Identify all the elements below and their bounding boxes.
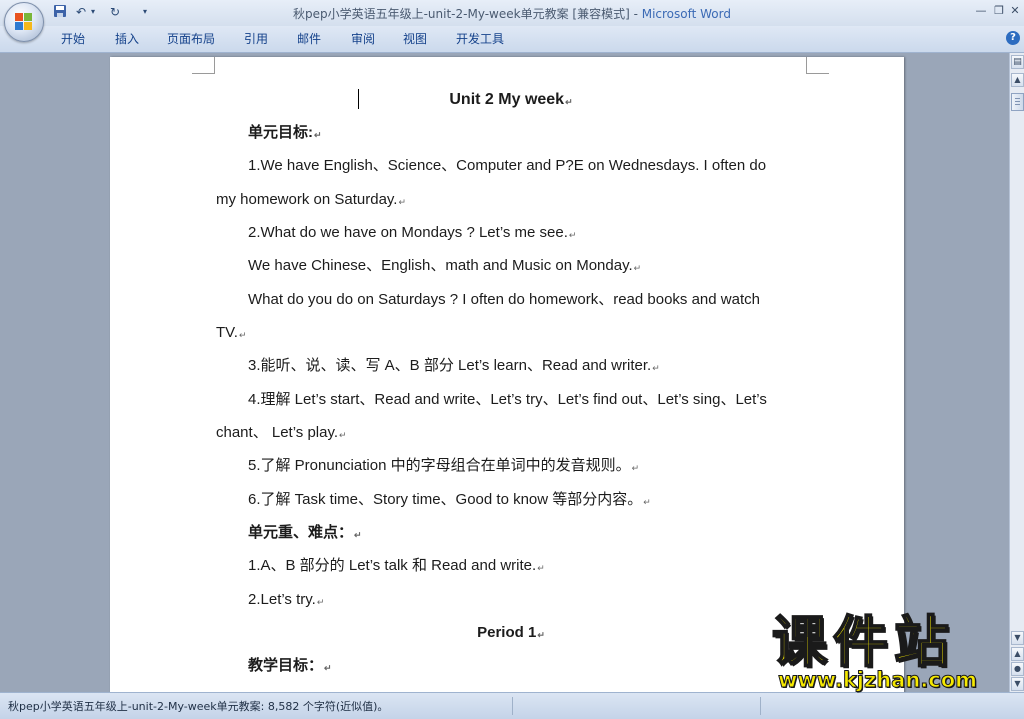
tab-references[interactable]: 引用 — [244, 31, 268, 47]
scroll-up-icon[interactable]: ▲ — [1011, 73, 1024, 87]
minimize-button[interactable]: — — [972, 3, 990, 19]
window-title: 秋pep小学英语五年级上-unit-2-My-week单元教案 [兼容模式] -… — [0, 5, 1024, 22]
doc-section-heading: 单元目标: — [248, 124, 322, 144]
ruler-toggle-icon[interactable]: ▤ — [1011, 55, 1024, 69]
document-page[interactable]: Unit 2 My week 单元目标: 1.We have English、S… — [110, 57, 904, 692]
tab-home[interactable]: 开始 — [61, 31, 85, 47]
vertical-scrollbar[interactable]: ▤ ▲ ▼ ▲ ● ▼ — [1009, 53, 1024, 692]
status-word-count: 秋pep小学英语五年级上-unit-2-My-week单元教案: 8,582 个… — [8, 700, 389, 713]
app-name: Microsoft Word — [641, 7, 731, 21]
office-button[interactable] — [4, 2, 44, 42]
next-page-icon[interactable]: ▼ — [1011, 677, 1024, 691]
doc-paragraph: 3.能听、说、读、写 A、B 部分 Let’s learn、Read and w… — [248, 357, 660, 377]
previous-page-icon[interactable]: ▲ — [1011, 647, 1024, 661]
kjzhan-watermark-logo: 课件站 www.kjzhan.com — [771, 610, 1008, 696]
office-logo-icon — [15, 13, 33, 31]
tab-mailings[interactable]: 邮件 — [297, 31, 321, 47]
doc-paragraph: 1.A、B 部分的 Let’s talk 和 Read and write. — [248, 557, 545, 577]
crop-mark-right — [806, 57, 829, 74]
tab-review[interactable]: 审阅 — [351, 31, 375, 47]
ribbon-tab-bar: 开始 插入 页面布局 引用 邮件 审阅 视图 开发工具 ? — [0, 26, 1024, 53]
tab-page-layout[interactable]: 页面布局 — [167, 31, 215, 47]
doc-paragraph: 2.Let’s try. — [248, 591, 324, 611]
status-bar: 秋pep小学英语五年级上-unit-2-My-week单元教案: 8,582 个… — [0, 692, 1024, 719]
close-button[interactable]: ✕ — [1006, 3, 1024, 19]
tab-developer[interactable]: 开发工具 — [456, 31, 504, 47]
scroll-thumb[interactable] — [1011, 93, 1024, 111]
doc-paragraph: my homework on Saturday. — [216, 191, 406, 211]
doc-paragraph: 1.We have English、Science、Computer and P… — [248, 157, 767, 174]
status-divider — [512, 697, 513, 715]
title-bar: ↶ ▾ ↻ ▾ 秋pep小学英语五年级上-unit-2-My-week单元教案 … — [0, 0, 1024, 26]
doc-paragraph: We have Chinese、English、math and Music o… — [248, 257, 641, 277]
document-title: 秋pep小学英语五年级上-unit-2-My-week单元教案 [兼容模式] - — [292, 7, 642, 21]
doc-heading: Unit 2 My week — [216, 91, 806, 111]
doc-period-heading: Period 1 — [216, 624, 806, 644]
tab-insert[interactable]: 插入 — [115, 31, 139, 47]
document-workspace: Unit 2 My week 单元目标: 1.We have English、S… — [0, 53, 1009, 692]
doc-paragraph: 2.What do we have on Mondays ? Let’s me … — [248, 224, 576, 244]
crop-mark-left — [192, 57, 215, 74]
status-divider — [760, 697, 761, 715]
doc-paragraph: 5.了解 Pronunciation 中的字母组合在单词中的发音规则。 — [248, 457, 639, 477]
browse-object-icon[interactable]: ● — [1011, 662, 1024, 676]
help-icon[interactable]: ? — [1006, 31, 1020, 45]
doc-paragraph: What do you do on Saturdays ? I often do… — [248, 291, 760, 308]
doc-section-heading: 教学目标： — [248, 657, 332, 677]
doc-paragraph: TV. — [216, 324, 247, 344]
doc-paragraph: 4.理解 Let’s start、Read and write、Let’s tr… — [248, 391, 767, 408]
doc-section-heading: 单元重、难点： — [248, 524, 362, 544]
tab-view[interactable]: 视图 — [403, 31, 427, 47]
doc-paragraph: 6.了解 Task time、Story time、Good to know 等… — [248, 491, 651, 511]
watermark-cn-text: 课件站 — [771, 610, 956, 674]
doc-paragraph: chant、 Let’s play. — [216, 424, 347, 444]
scroll-down-icon[interactable]: ▼ — [1011, 631, 1024, 645]
watermark-url-text: www.kjzhan.com — [777, 668, 978, 693]
